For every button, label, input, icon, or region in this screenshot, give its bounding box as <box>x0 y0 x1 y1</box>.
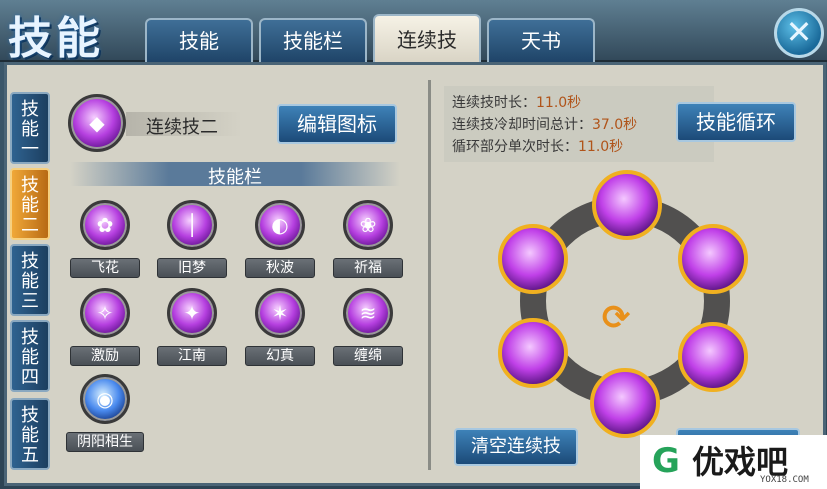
stat-label: 连续技冷却时间总计： <box>452 117 592 133</box>
crystal-icon: ◆ <box>89 111 105 135</box>
skill-icon-jiumeng[interactable]: │ <box>167 200 217 250</box>
stat-value: 11.0秒 <box>536 95 582 111</box>
orb-icon: ◉ <box>96 387 114 411</box>
vtab-skill-5[interactable]: 技能五 <box>10 398 50 470</box>
vtab-skill-4[interactable]: 技能四 <box>10 320 50 392</box>
vtab-label: 技能二 <box>21 175 39 236</box>
skill-label: 祈福 <box>333 258 403 278</box>
lotus-icon: ❀ <box>359 213 377 237</box>
stat-cycle-duration: 循环部分单次时长：11.0秒 <box>452 136 623 156</box>
swirl-icon: ◐ <box>271 213 289 237</box>
panel-divider <box>428 80 431 470</box>
tab-skill-bar[interactable]: 技能栏 <box>259 18 367 62</box>
sparkle-icon: ✶ <box>271 301 289 325</box>
stat-combo-cooldown: 连续技冷却时间总计：37.0秒 <box>452 114 637 134</box>
watermark: G 优戏吧 YOX18.COM <box>640 435 827 489</box>
stat-label: 连续技时长： <box>452 95 536 111</box>
silk-icon: ≋ <box>359 301 377 325</box>
clear-combo-button[interactable]: 清空连续技 <box>454 428 578 466</box>
skill-icon-chanmian[interactable]: ≋ <box>343 288 393 338</box>
combo-icon[interactable]: ◆ <box>68 94 126 152</box>
skill-icon-jili[interactable]: ✧ <box>80 288 130 338</box>
stat-combo-duration: 连续技时长：11.0秒 <box>452 92 581 112</box>
ring-slot-6[interactable] <box>498 224 568 294</box>
skill-label: 激励 <box>70 346 140 366</box>
skill-icon-qiubo[interactable]: ◐ <box>255 200 305 250</box>
ring-slot-3[interactable] <box>678 322 748 392</box>
watermark-url: YOX18.COM <box>760 475 809 485</box>
ring-slot-1[interactable] <box>592 170 662 240</box>
vtab-skill-1[interactable]: 技能一 <box>10 92 50 164</box>
cycle-button[interactable]: 技能循环 <box>676 102 796 142</box>
window-title: 技能 <box>8 13 104 64</box>
skill-label: 旧梦 <box>157 258 227 278</box>
top-bar: 技能 技能 技能栏 连续技 天书 ✕ <box>0 0 827 64</box>
edit-icon-button[interactable]: 编辑图标 <box>277 104 397 144</box>
skill-icon-huanzhen[interactable]: ✶ <box>255 288 305 338</box>
vtab-label: 技能一 <box>21 99 39 160</box>
combo-name: 连续技二 <box>146 117 218 138</box>
skill-label: 江南 <box>157 346 227 366</box>
skill-label: 缠绵 <box>333 346 403 366</box>
stat-label: 循环部分单次时长： <box>452 139 578 155</box>
ring-slot-4[interactable] <box>590 368 660 438</box>
skill-label: 阴阳相生 <box>66 432 144 452</box>
flower-icon: ✿ <box>96 213 114 237</box>
ring-slot-5[interactable] <box>498 318 568 388</box>
skill-icon-qifu[interactable]: ❀ <box>343 200 393 250</box>
vtab-skill-3[interactable]: 技能三 <box>10 244 50 316</box>
watermark-logo-icon: G <box>652 441 680 481</box>
refresh-cycle-icon: ⟳ <box>601 298 631 338</box>
stat-value: 37.0秒 <box>592 117 638 133</box>
tab-skills[interactable]: 技能 <box>145 18 253 62</box>
vtab-skill-2[interactable]: 技能二 <box>10 168 50 240</box>
tab-heavenly-book[interactable]: 天书 <box>487 18 595 62</box>
skill-icon-yinyang[interactable]: ◉ <box>80 374 130 424</box>
vtab-label: 技能四 <box>21 327 39 388</box>
vtab-label: 技能三 <box>21 251 39 312</box>
game-window: 技能 技能 技能栏 连续技 天书 ✕ 技能一 技能二 技能三 技能四 技能五 ◆… <box>0 0 827 489</box>
burst-icon: ✦ <box>183 301 201 325</box>
skillbar-title: 技能栏 <box>208 167 262 188</box>
skill-icon-feihua[interactable]: ✿ <box>80 200 130 250</box>
tab-combo[interactable]: 连续技 <box>373 14 481 64</box>
skill-label: 秋波 <box>245 258 315 278</box>
skill-icon-jiangnan[interactable]: ✦ <box>167 288 217 338</box>
ring-slot-2[interactable] <box>678 224 748 294</box>
beam-icon: │ <box>185 213 199 237</box>
vtab-label: 技能五 <box>21 405 39 466</box>
stat-value: 11.0秒 <box>578 139 624 155</box>
skill-label: 飞花 <box>70 258 140 278</box>
skill-label: 幻真 <box>245 346 315 366</box>
wings-icon: ✧ <box>96 301 114 325</box>
close-icon[interactable]: ✕ <box>774 8 824 58</box>
